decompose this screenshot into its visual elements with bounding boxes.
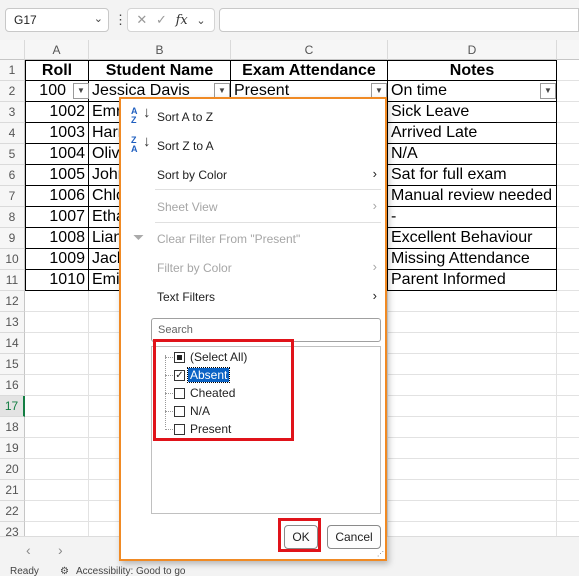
- column-header-d[interactable]: D: [388, 40, 557, 60]
- sort-by-color[interactable]: Sort by Color ›: [121, 162, 385, 188]
- header-cell-student-name[interactable]: Student Name: [89, 60, 231, 81]
- highlight-checkbox-list: [153, 339, 294, 441]
- formula-input[interactable]: [219, 8, 579, 32]
- filter-button-roll[interactable]: ▼: [73, 83, 89, 99]
- column-header-e[interactable]: [557, 40, 579, 60]
- sort-a-to-z[interactable]: A Z ↓ Sort A to Z: [121, 104, 385, 130]
- sort-z-to-a-label: Sort Z to A: [157, 139, 214, 153]
- row-header[interactable]: 20: [0, 459, 25, 480]
- column-header-a[interactable]: A: [25, 40, 89, 60]
- chevron-down-icon[interactable]: ⌄: [196, 14, 205, 27]
- cell-notes[interactable]: Arrived Late: [388, 123, 557, 144]
- row-header[interactable]: 9: [0, 228, 25, 249]
- enter-icon[interactable]: ✓: [156, 12, 167, 28]
- column-header-c[interactable]: C: [231, 40, 388, 60]
- row-header[interactable]: 14: [0, 333, 25, 354]
- filter-by-color-label: Filter by Color: [157, 261, 232, 275]
- row-header[interactable]: 5: [0, 144, 25, 165]
- chevron-right-icon: ›: [372, 259, 377, 274]
- row-header[interactable]: 2: [0, 81, 25, 102]
- insert-function-icon[interactable]: fx: [176, 13, 188, 28]
- row-header[interactable]: 17: [0, 396, 25, 417]
- resize-grip-icon[interactable]: ⋰: [377, 550, 384, 558]
- sort-by-color-label: Sort by Color: [157, 168, 228, 182]
- status-bar: Ready ⚙ Accessibility: Good to go: [0, 564, 579, 577]
- cell-roll[interactable]: 1003: [25, 123, 89, 144]
- cell-notes[interactable]: On time: [388, 81, 557, 102]
- cell-roll[interactable]: 1009: [25, 249, 89, 270]
- clear-filter-label: Clear Filter From "Present": [157, 232, 301, 246]
- row-header[interactable]: 21: [0, 480, 25, 501]
- text-filters-label: Text Filters: [157, 290, 216, 304]
- clear-filter-icon: ⏷: [133, 229, 145, 245]
- chevron-right-icon: ›: [372, 198, 377, 213]
- row-header[interactable]: 18: [0, 417, 25, 438]
- row-header[interactable]: 22: [0, 501, 25, 522]
- cancel-button[interactable]: Cancel: [327, 525, 381, 549]
- select-all-corner[interactable]: [0, 40, 25, 60]
- row-header[interactable]: 8: [0, 207, 25, 228]
- chevron-left-icon[interactable]: ‹: [26, 542, 31, 558]
- more-options-icon[interactable]: ⋮: [114, 12, 127, 28]
- chevron-down-icon[interactable]: ⌄: [94, 12, 103, 25]
- cell-notes[interactable]: Missing Attendance: [388, 249, 557, 270]
- row-header[interactable]: 7: [0, 186, 25, 207]
- cell-roll[interactable]: 1006: [25, 186, 89, 207]
- row-header[interactable]: 13: [0, 312, 25, 333]
- filter-dropdown: A Z ↓ Sort A to Z Z A ↓ Sort Z to A Sort by …: [119, 97, 387, 561]
- text-filters[interactable]: Text Filters ›: [121, 284, 385, 310]
- name-box[interactable]: G17 ⌄: [5, 8, 109, 32]
- cell-notes[interactable]: Sick Leave: [388, 102, 557, 123]
- row-header[interactable]: 11: [0, 270, 25, 291]
- cell-roll[interactable]: 1008: [25, 228, 89, 249]
- row-header[interactable]: 16: [0, 375, 25, 396]
- sort-ascending-icon: A Z ↓: [131, 104, 151, 125]
- sort-z-to-a[interactable]: Z A ↓ Sort Z to A: [121, 133, 385, 159]
- menu-divider: [155, 222, 381, 223]
- sort-a-to-z-label: Sort A to Z: [157, 110, 214, 124]
- row-header[interactable]: 19: [0, 438, 25, 459]
- cell-notes[interactable]: Sat for full exam: [388, 165, 557, 186]
- header-cell-notes[interactable]: Notes: [388, 60, 557, 81]
- highlight-ok-button: [278, 518, 321, 552]
- row-header[interactable]: 6: [0, 165, 25, 186]
- header-cell-roll[interactable]: Roll: [25, 60, 89, 81]
- cell-roll[interactable]: 1002: [25, 102, 89, 123]
- row-header[interactable]: 12: [0, 291, 25, 312]
- filter-by-color: Filter by Color ›: [121, 255, 385, 281]
- cell-roll[interactable]: 1004: [25, 144, 89, 165]
- sheet-view: Sheet View ›: [121, 194, 385, 220]
- header-cell-exam-attendance[interactable]: Exam Attendance: [231, 60, 388, 81]
- menu-divider: [155, 189, 381, 190]
- row-header[interactable]: 15: [0, 354, 25, 375]
- cancel-icon[interactable]: ✕: [136, 12, 147, 28]
- cell-notes[interactable]: N/A: [388, 144, 557, 165]
- row-header[interactable]: 4: [0, 123, 25, 144]
- status-ready: Ready: [10, 566, 39, 577]
- accessibility-status[interactable]: Accessibility: Good to go: [76, 566, 186, 577]
- cell-roll[interactable]: 1010: [25, 270, 89, 291]
- formula-actions: ✕ ✓ fx ⌄: [127, 8, 215, 32]
- column-header-b[interactable]: B: [89, 40, 231, 60]
- sheet-view-label: Sheet View: [157, 200, 218, 214]
- chevron-right-icon[interactable]: ›: [58, 542, 63, 558]
- cell-notes[interactable]: Manual review needed: [388, 186, 557, 207]
- cell-notes[interactable]: Parent Informed: [388, 270, 557, 291]
- chevron-right-icon: ›: [372, 288, 377, 303]
- cell-roll[interactable]: 1005: [25, 165, 89, 186]
- chevron-right-icon: ›: [372, 166, 377, 181]
- filter-button-notes[interactable]: ▼: [540, 83, 556, 99]
- sort-descending-icon: Z A ↓: [131, 133, 151, 154]
- cell-roll[interactable]: 1007: [25, 207, 89, 228]
- formula-bar: G17 ⌄ ⋮ ✕ ✓ fx ⌄: [0, 0, 579, 40]
- clear-filter: ⏷ Clear Filter From "Present": [121, 226, 385, 252]
- cell-notes[interactable]: Excellent Behaviour: [388, 228, 557, 249]
- row-header[interactable]: 3: [0, 102, 25, 123]
- row-header[interactable]: 10: [0, 249, 25, 270]
- cell-notes[interactable]: -: [388, 207, 557, 228]
- name-box-value: G17: [14, 13, 37, 27]
- accessibility-icon[interactable]: ⚙: [60, 566, 69, 577]
- row-header[interactable]: 1: [0, 60, 25, 81]
- search-placeholder: Search: [158, 324, 193, 336]
